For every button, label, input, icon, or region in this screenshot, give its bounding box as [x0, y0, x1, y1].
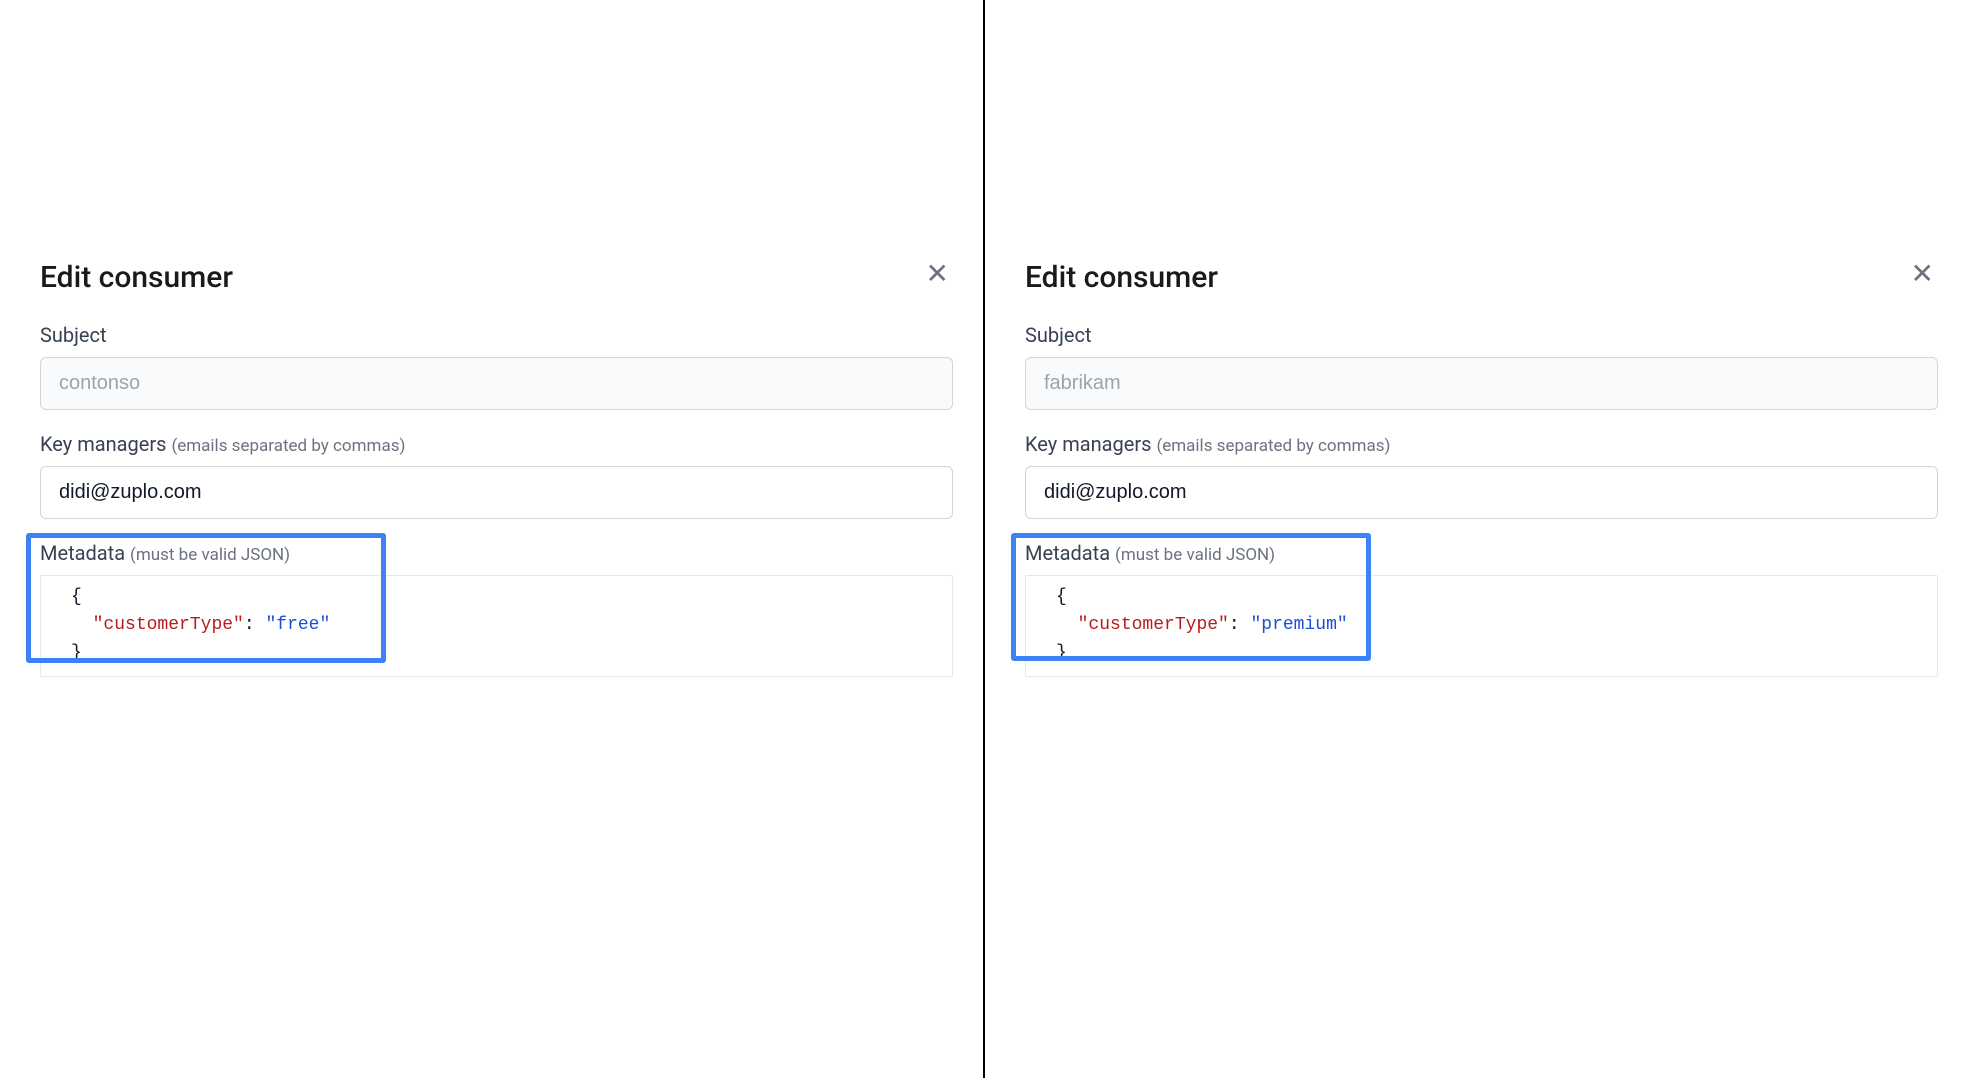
subject-label: Subject [1025, 323, 1938, 347]
close-icon[interactable]: ✕ [922, 260, 953, 288]
metadata-hint: (must be valid JSON) [130, 545, 290, 565]
metadata-field-group: Metadata (must be valid JSON) { "custome… [1025, 541, 1938, 677]
key-managers-label-text: Key managers [40, 432, 171, 456]
json-key: customerType [103, 615, 233, 635]
edit-consumer-dialog: Edit consumer ✕ Subject Key managers (em… [1025, 260, 1938, 699]
subject-field-group: Subject [1025, 323, 1938, 410]
left-panel: Edit consumer ✕ Subject Key managers (em… [0, 0, 985, 1078]
metadata-label: Metadata (must be valid JSON) [1025, 541, 1938, 565]
metadata-field-group: Metadata (must be valid JSON) { "custome… [40, 541, 953, 677]
dialog-title: Edit consumer [40, 260, 233, 295]
key-managers-input[interactable] [1025, 466, 1938, 519]
right-panel: Edit consumer ✕ Subject Key managers (em… [985, 0, 1968, 1078]
json-key: customerType [1088, 615, 1218, 635]
metadata-label-text: Metadata [40, 541, 130, 565]
edit-consumer-dialog: Edit consumer ✕ Subject Key managers (em… [40, 260, 953, 699]
subject-input[interactable] [40, 357, 953, 410]
json-value: premium [1261, 615, 1337, 635]
metadata-json-editor[interactable]: { "customerType": "premium" } [1025, 575, 1938, 677]
subject-input[interactable] [1025, 357, 1938, 410]
dialog-title: Edit consumer [1025, 260, 1218, 295]
subject-field-group: Subject [40, 323, 953, 410]
key-managers-field-group: Key managers (emails separated by commas… [40, 432, 953, 519]
json-value: free [276, 615, 319, 635]
metadata-json-editor[interactable]: { "customerType": "free" } [40, 575, 953, 677]
key-managers-hint: (emails separated by commas) [171, 436, 405, 456]
subject-label: Subject [40, 323, 953, 347]
metadata-label-text: Metadata [1025, 541, 1115, 565]
dialog-header: Edit consumer ✕ [1025, 260, 1938, 295]
key-managers-label: Key managers (emails separated by commas… [1025, 432, 1938, 456]
key-managers-label-text: Key managers [1025, 432, 1156, 456]
key-managers-hint: (emails separated by commas) [1156, 436, 1390, 456]
metadata-label: Metadata (must be valid JSON) [40, 541, 953, 565]
key-managers-input[interactable] [40, 466, 953, 519]
key-managers-field-group: Key managers (emails separated by commas… [1025, 432, 1938, 519]
key-managers-label: Key managers (emails separated by commas… [40, 432, 953, 456]
close-icon[interactable]: ✕ [1907, 260, 1938, 288]
dialog-header: Edit consumer ✕ [40, 260, 953, 295]
metadata-hint: (must be valid JSON) [1115, 545, 1275, 565]
